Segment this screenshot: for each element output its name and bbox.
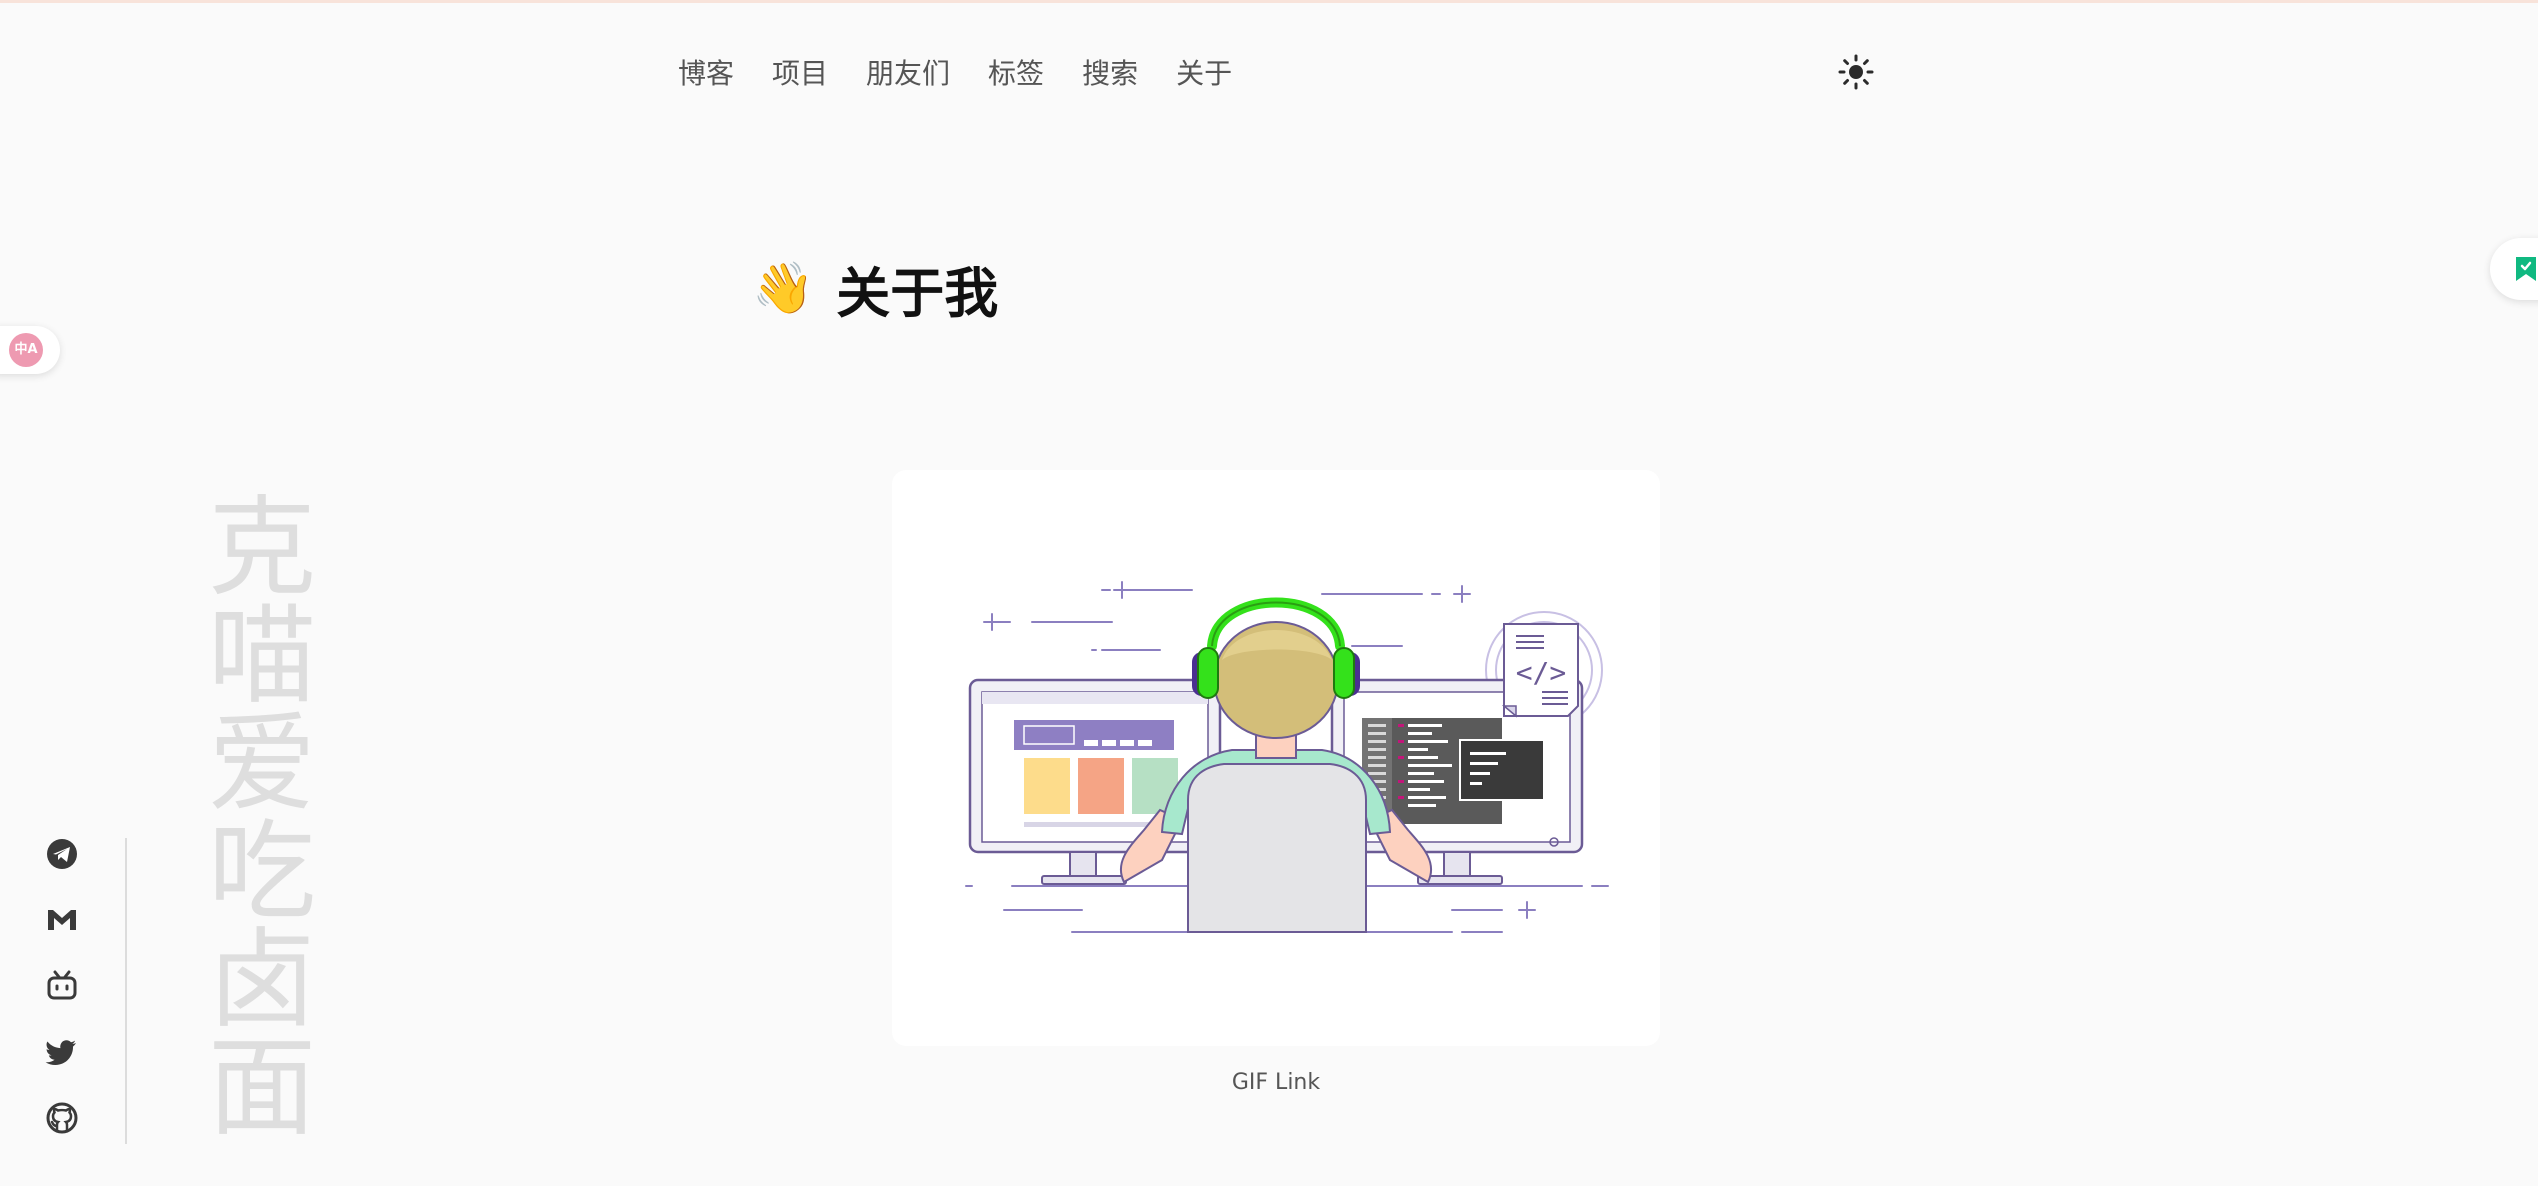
social-links bbox=[44, 836, 80, 1166]
translate-icon: 中A bbox=[9, 333, 43, 367]
bookmark-button[interactable] bbox=[2490, 238, 2538, 300]
nav-item-friends[interactable]: 朋友们 bbox=[866, 52, 950, 92]
waving-hand-emoji: 👋 bbox=[752, 259, 815, 317]
bookmark-icon bbox=[2516, 257, 2536, 281]
sun-icon bbox=[1838, 54, 1874, 90]
github-link[interactable] bbox=[44, 1100, 80, 1136]
nav-item-about[interactable]: 关于 bbox=[1176, 52, 1232, 92]
nav-item-tags[interactable]: 标签 bbox=[988, 52, 1044, 92]
bilibili-link[interactable] bbox=[44, 968, 80, 1004]
about-illustration-card: </> bbox=[892, 470, 1660, 1046]
twitter-link[interactable] bbox=[44, 1034, 80, 1070]
vertical-site-name: 克喵爱吃卤面 bbox=[190, 490, 315, 1138]
developer-illustration: </> bbox=[965, 581, 1609, 933]
gmail-icon bbox=[48, 910, 76, 930]
sidebar-divider bbox=[125, 838, 127, 1144]
gmail-link[interactable] bbox=[44, 902, 80, 938]
telegram-icon bbox=[47, 839, 77, 869]
page-heading: 关于我 bbox=[836, 261, 999, 325]
nav-item-blog[interactable]: 博客 bbox=[678, 52, 734, 92]
nav-item-search[interactable]: 搜索 bbox=[1082, 52, 1138, 92]
code-tag-text: </> bbox=[1516, 656, 1567, 689]
twitter-icon bbox=[45, 1040, 76, 1065]
figure-caption: GIF Link bbox=[1231, 1070, 1321, 1095]
main-nav: 博客 项目 朋友们 标签 搜索 关于 bbox=[678, 50, 1270, 94]
bilibili-icon bbox=[47, 970, 77, 1000]
github-icon bbox=[46, 1102, 78, 1134]
translate-button[interactable]: 中A bbox=[0, 326, 60, 374]
top-accent-line bbox=[0, 0, 2538, 3]
nav-item-projects[interactable]: 项目 bbox=[772, 52, 828, 92]
theme-toggle-button[interactable] bbox=[1838, 54, 1874, 90]
page-title: 👋 关于我 bbox=[752, 248, 998, 328]
telegram-link[interactable] bbox=[44, 836, 80, 872]
